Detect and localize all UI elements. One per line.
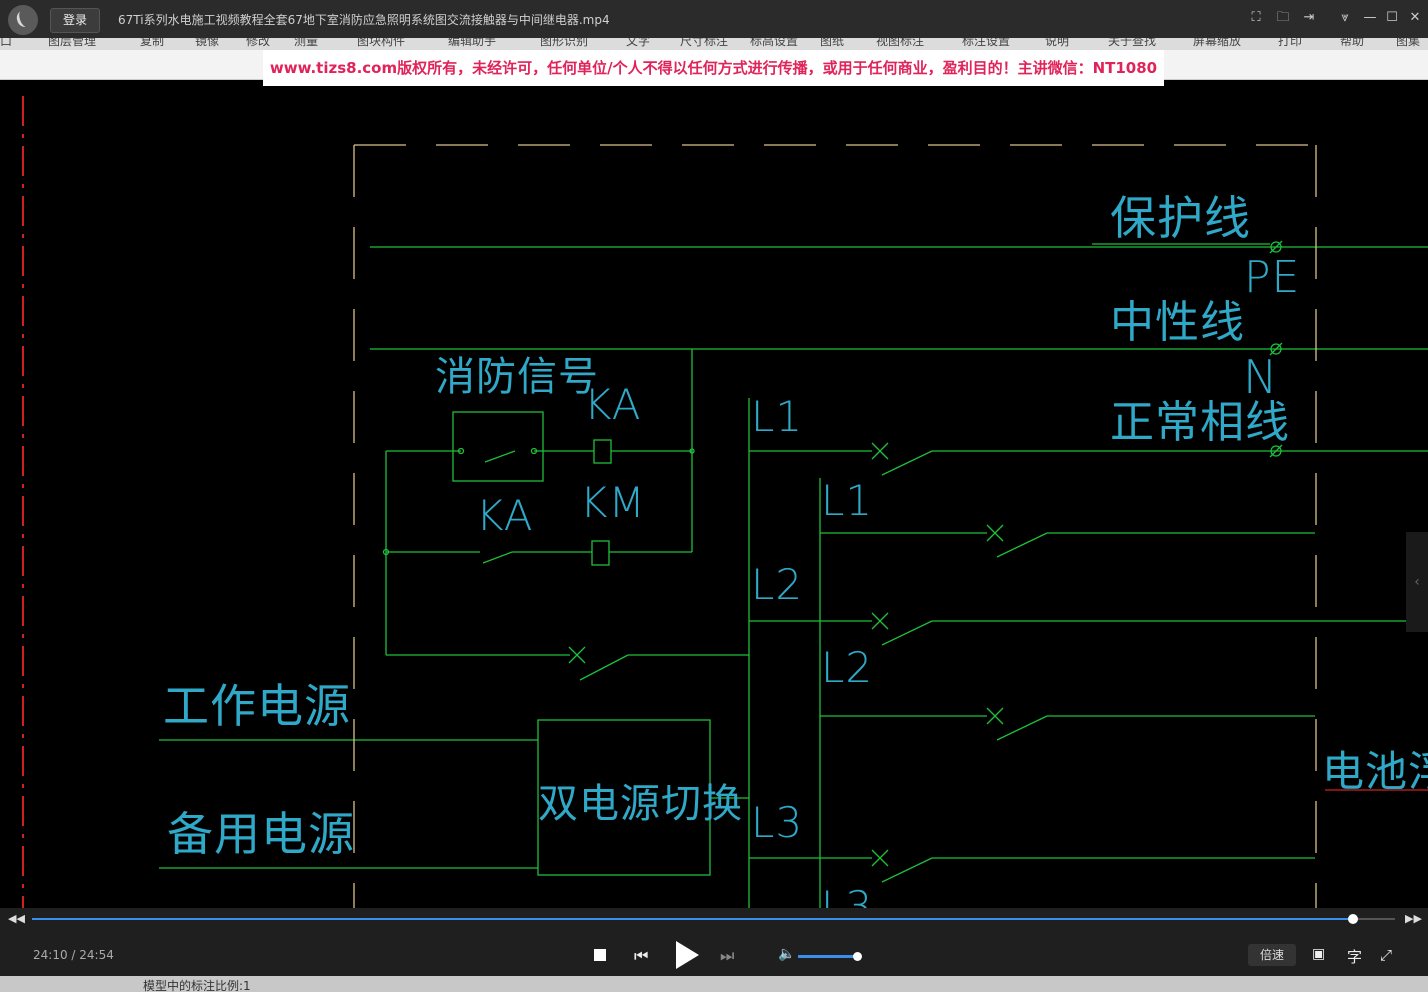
- next-icon[interactable]: ⏭: [720, 946, 734, 966]
- working-power-label: 工作电源: [163, 679, 351, 733]
- km-coil: [591, 540, 610, 566]
- ka-coil: [593, 439, 612, 464]
- subtitle-icon[interactable]: 字: [1347, 946, 1362, 967]
- menu-item[interactable]: 帮助: [1340, 38, 1364, 49]
- speed-button[interactable]: 倍速: [1248, 944, 1296, 966]
- dual-switch-label: 双电源切换: [538, 781, 743, 827]
- title-bar: 登录 67Ti系列水电施工视频教程全套67地下室消防应急照明系统图交流接触器与中…: [0, 0, 1428, 38]
- l2-main-label: L2: [751, 560, 804, 609]
- prev-icon[interactable]: ⏮: [634, 946, 648, 966]
- menu-item[interactable]: 编辑助手: [448, 38, 496, 49]
- menu-dropdown-icon[interactable]: ⩔: [1335, 8, 1355, 28]
- menu-item[interactable]: 修改: [246, 38, 270, 49]
- window-icon[interactable]: ▣: [1312, 946, 1325, 962]
- normal-phase-label: 正常相线: [1110, 397, 1290, 448]
- menu-item[interactable]: 图集: [1396, 38, 1420, 49]
- cad-drawing-area[interactable]: 保护线 PE 中性线 N 正常相线 消防信号 KA KA KM L1 L1 L2…: [0, 86, 1428, 931]
- time-display: 24:10 / 24:54: [33, 948, 114, 962]
- volume-slider[interactable]: [798, 952, 862, 961]
- menu-item[interactable]: 标高设置: [750, 38, 798, 49]
- backup-power-label: 备用电源: [167, 807, 355, 861]
- open-folder-icon[interactable]: 🗀: [1273, 8, 1293, 28]
- seek-row: ◀◀ ▶▶: [0, 908, 1428, 930]
- ka-top-label: KA: [584, 380, 642, 429]
- menu-item[interactable]: 复制: [140, 38, 164, 49]
- status-bar: 模型中的标注比例:1: [0, 976, 1428, 992]
- app-window: 登录 67Ti系列水电施工视频教程全套67地下室消防应急照明系统图交流接触器与中…: [0, 0, 1428, 992]
- forward-icon[interactable]: ▶▶: [1405, 912, 1422, 925]
- menu-item[interactable]: 镜像: [195, 38, 219, 49]
- l3-main-label: L3: [751, 798, 804, 847]
- menu-item[interactable]: 图层管理: [48, 38, 96, 49]
- maximize-button[interactable]: ☐: [1382, 8, 1402, 28]
- fire-signal-box: [452, 411, 544, 482]
- seek-handle[interactable]: [1347, 914, 1358, 924]
- status-text: 模型中的标注比例:1: [143, 979, 251, 992]
- menu-item[interactable]: 视图标注: [876, 38, 924, 49]
- play-icon[interactable]: [672, 938, 702, 972]
- screenshot-icon[interactable]: ⛶: [1246, 8, 1266, 28]
- neutral-wire-label: 中性线: [1110, 297, 1245, 348]
- login-button[interactable]: 登录: [50, 8, 100, 33]
- menu-item[interactable]: 尺寸标注: [680, 38, 728, 49]
- volume-icon[interactable]: 🔈: [778, 946, 795, 962]
- menu-item[interactable]: 文字: [626, 38, 650, 49]
- seek-bar[interactable]: [32, 914, 1395, 924]
- close-button[interactable]: ✕: [1405, 8, 1425, 28]
- stop-icon[interactable]: [592, 947, 608, 963]
- menu-item[interactable]: 图块构件: [357, 38, 405, 49]
- minimize-button[interactable]: —: [1360, 8, 1380, 28]
- app-menu-strip: 口 图层管理 复制 镜像 修改 测量 图块构件 编辑助手 图形识别 文字 尺寸标…: [0, 38, 1428, 50]
- menu-item[interactable]: 说明: [1045, 38, 1069, 49]
- app-logo-icon: [8, 5, 38, 35]
- fullscreen-icon[interactable]: ⤢: [1380, 946, 1392, 964]
- side-panel-toggle[interactable]: ‹: [1406, 532, 1428, 632]
- window-title: 67Ti系列水电施工视频教程全套67地下室消防应急照明系统图交流接触器与中间继电…: [118, 13, 610, 27]
- menu-item[interactable]: 测量: [294, 38, 318, 49]
- menu-item[interactable]: 打印: [1278, 38, 1302, 49]
- pe-label: PE: [1244, 252, 1301, 303]
- rewind-icon[interactable]: ◀◀: [8, 912, 25, 925]
- seek-progress: [32, 918, 1353, 920]
- copyright-watermark: www.tizs8.com版权所有，未经许可，任何单位/个人不得以任何方式进行传…: [263, 50, 1164, 86]
- menu-item[interactable]: 图纸: [820, 38, 844, 49]
- video-player-controls: ◀◀ ▶▶ 24:10 / 24:54 ⏮ ⏭ 🔈 倍速 ▣ 字 ⤢: [0, 908, 1428, 976]
- ka-bottom-label: KA: [476, 491, 534, 540]
- battery-label: 电池浮充: [1322, 747, 1428, 796]
- menu-item[interactable]: 屏幕缩放: [1193, 38, 1241, 49]
- volume-handle[interactable]: [852, 952, 862, 961]
- l1-main-label: L1: [751, 392, 804, 441]
- menu-item[interactable]: 图形识别: [540, 38, 588, 49]
- menu-item[interactable]: 口: [0, 38, 12, 49]
- volume-level: [798, 955, 857, 958]
- menu-item[interactable]: 关于查找: [1108, 38, 1156, 49]
- menu-item[interactable]: 标注设置: [962, 38, 1010, 49]
- fire-signal-label: 消防信号: [435, 354, 599, 400]
- l2-sub-label: L2: [821, 643, 874, 692]
- pin-icon[interactable]: ⇥: [1299, 8, 1319, 28]
- km-label: KM: [580, 478, 646, 527]
- l1-sub-label: L1: [821, 476, 874, 525]
- pe-wire-label: 保护线: [1110, 191, 1251, 245]
